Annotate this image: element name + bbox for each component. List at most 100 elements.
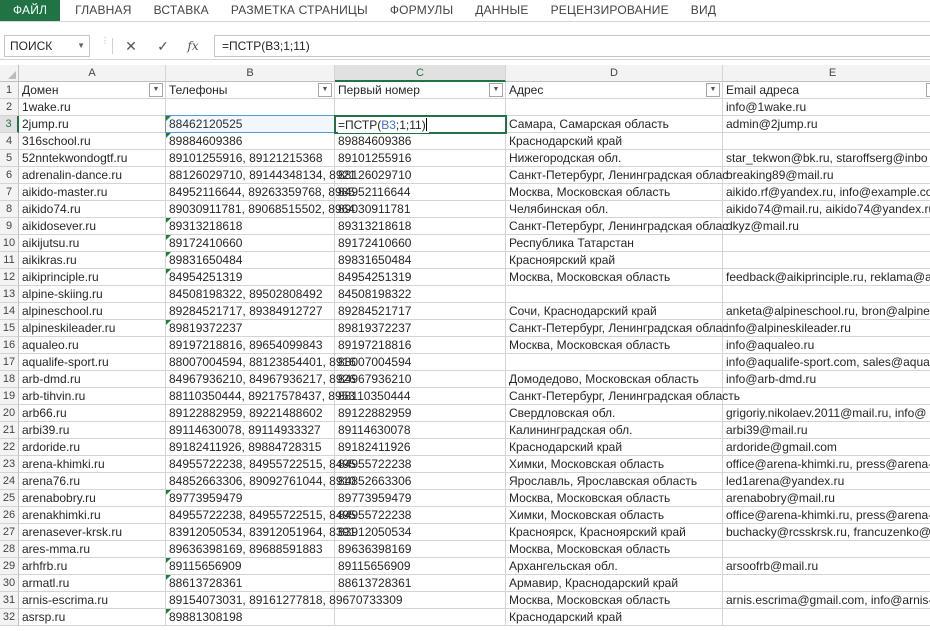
cell-e29[interactable]: arsoofrb@mail.ru	[723, 558, 930, 575]
filter-dropdown-icon[interactable]: ▼	[149, 83, 163, 97]
cell-d32[interactable]: Краснодарский край	[506, 609, 723, 626]
select-all-corner[interactable]	[0, 65, 19, 82]
cell-c11[interactable]: 89831650484	[335, 252, 506, 269]
cell-b14[interactable]: 89284521717, 89384912727	[166, 303, 335, 320]
column-header-c[interactable]: C	[335, 65, 506, 82]
cell-e6[interactable]: breaking89@mail.ru	[723, 167, 930, 184]
cell-c22[interactable]: 89182411926	[335, 439, 506, 456]
row-header-8[interactable]: 8	[0, 201, 19, 218]
cell-a7[interactable]: aikido-master.ru	[19, 184, 166, 201]
cell-a16[interactable]: aqualeo.ru	[19, 337, 166, 354]
cell-c32[interactable]	[335, 609, 506, 626]
column-header-d[interactable]: D	[506, 65, 723, 82]
cell-e10[interactable]	[723, 235, 930, 252]
cell-d3[interactable]: Самара, Самарская область	[506, 116, 723, 133]
cell-e11[interactable]	[723, 252, 930, 269]
cell-a2[interactable]: 1wake.ru	[19, 99, 166, 116]
formula-input[interactable]: =ПСТР(B3;1;11)	[214, 35, 930, 57]
cell-c12[interactable]: 84954251319	[335, 269, 506, 286]
header-cell-b[interactable]: Телефоны ▼	[166, 82, 335, 99]
cell-c29[interactable]: 89115656909	[335, 558, 506, 575]
cell-d19[interactable]: Санкт-Петербург, Ленинградская область	[506, 388, 740, 405]
row-header-11[interactable]: 11	[0, 252, 19, 269]
cell-d22[interactable]: Краснодарский край	[506, 439, 723, 456]
row-header-25[interactable]: 25	[0, 490, 19, 507]
cell-d2[interactable]	[506, 99, 723, 116]
cell-d31[interactable]: Москва, Московская область	[506, 592, 723, 609]
cell-a21[interactable]: arbi39.ru	[19, 422, 166, 439]
cell-e22[interactable]: ardoride@gmail.com	[723, 439, 930, 456]
row-header-13[interactable]: 13	[0, 286, 19, 303]
tab-file[interactable]: ФАЙЛ	[0, 0, 61, 21]
cell-a5[interactable]: 52nntekwondogtf.ru	[19, 150, 166, 167]
row-header-10[interactable]: 10	[0, 235, 19, 252]
cell-c28[interactable]: 89636398169	[335, 541, 506, 558]
cell-d28[interactable]: Москва, Московская область	[506, 541, 723, 558]
cell-a23[interactable]: arena-khimki.ru	[19, 456, 166, 473]
cell-a10[interactable]: aikijutsu.ru	[19, 235, 166, 252]
cell-b18[interactable]: 84967936210, 84967936217, 8926	[166, 371, 356, 388]
column-header-b[interactable]: B	[166, 65, 335, 82]
row-header-9[interactable]: 9	[0, 218, 19, 235]
cell-d13[interactable]	[506, 286, 723, 303]
cell-a24[interactable]: arena76.ru	[19, 473, 166, 490]
row-header-27[interactable]: 27	[0, 524, 19, 541]
cell-e31[interactable]: arnis.escrima@gmail.com, info@arnis-	[723, 592, 930, 609]
cell-a12[interactable]: aikiprinciple.ru	[19, 269, 166, 286]
cell-c3[interactable]	[335, 116, 506, 133]
cell-e9[interactable]: dkyz@mail.ru	[723, 218, 930, 235]
cell-c4[interactable]: 89884609386	[335, 133, 506, 150]
row-header-30[interactable]: 30	[0, 575, 19, 592]
cell-a14[interactable]: alpineschool.ru	[19, 303, 166, 320]
cell-e17[interactable]: info@aqualife-sport.com, sales@aqua	[723, 354, 930, 371]
cell-d27[interactable]: Красноярск, Красноярский край	[506, 524, 723, 541]
cell-d14[interactable]: Сочи, Краснодарский край	[506, 303, 723, 320]
row-header-17[interactable]: 17	[0, 354, 19, 371]
cell-e27[interactable]: buchacky@rcsskrsk.ru, francuzenko@r	[723, 524, 930, 541]
cell-d16[interactable]: Москва, Московская область	[506, 337, 723, 354]
row-header-26[interactable]: 26	[0, 507, 19, 524]
cell-b20[interactable]: 89122882959, 89221488602	[166, 405, 335, 422]
cell-a3[interactable]: 2jump.ru	[19, 116, 166, 133]
name-box[interactable]: ПОИСК ▼	[4, 35, 90, 57]
cell-d6[interactable]: Санкт-Петербург, Ленинградская облас	[506, 167, 728, 184]
column-header-a[interactable]: A	[19, 65, 166, 82]
cell-b10[interactable]: 89172410660	[166, 235, 335, 252]
row-header-19[interactable]: 19	[0, 388, 19, 405]
cell-d24[interactable]: Ярославль, Ярославская область	[506, 473, 723, 490]
row-header-22[interactable]: 22	[0, 439, 19, 456]
cell-c2[interactable]	[335, 99, 506, 116]
cell-a25[interactable]: arenabobry.ru	[19, 490, 166, 507]
cell-b6[interactable]: 88126029710, 89144348134, 8921	[166, 167, 356, 184]
tab-formulas[interactable]: ФОРМУЛЫ	[379, 0, 464, 21]
cell-c7[interactable]: 84952116644	[335, 184, 506, 201]
row-header-21[interactable]: 21	[0, 422, 19, 439]
filter-dropdown-icon[interactable]: ▼	[489, 83, 503, 97]
cell-e24[interactable]: led1arena@yandex.ru	[723, 473, 930, 490]
grip-icon[interactable]: ⋮	[101, 37, 109, 53]
cell-e13[interactable]	[723, 286, 930, 303]
row-header-20[interactable]: 20	[0, 405, 19, 422]
cell-d21[interactable]: Калининградская обл.	[506, 422, 723, 439]
cell-a20[interactable]: arb66.ru	[19, 405, 166, 422]
row-header-6[interactable]: 6	[0, 167, 19, 184]
cell-c5[interactable]: 89101255916	[335, 150, 506, 167]
cell-b16[interactable]: 89197218816, 89654099843	[166, 337, 335, 354]
cell-b25[interactable]: 89773959479	[166, 490, 335, 507]
cell-c25[interactable]: 89773959479	[335, 490, 506, 507]
cell-e15[interactable]: info@alpineskileader.ru	[723, 320, 930, 337]
tab-view[interactable]: ВИД	[680, 0, 727, 21]
tab-data[interactable]: ДАННЫЕ	[464, 0, 539, 21]
cell-a15[interactable]: alpineskileader.ru	[19, 320, 166, 337]
cell-d20[interactable]: Свердловская обл.	[506, 405, 723, 422]
cell-c19[interactable]: 88110350444	[335, 388, 506, 405]
cell-e32[interactable]	[723, 609, 930, 626]
cell-c9[interactable]: 89313218618	[335, 218, 506, 235]
row-header-2[interactable]: 2	[0, 99, 19, 116]
cell-c24[interactable]: 84852663306	[335, 473, 506, 490]
cell-a27[interactable]: arenasever-krsk.ru	[19, 524, 166, 541]
cell-c30[interactable]: 88613728361	[335, 575, 506, 592]
filter-dropdown-icon[interactable]: ▼	[706, 83, 720, 97]
cell-c20[interactable]: 89122882959	[335, 405, 506, 422]
tab-review[interactable]: РЕЦЕНЗИРОВАНИЕ	[540, 0, 680, 21]
